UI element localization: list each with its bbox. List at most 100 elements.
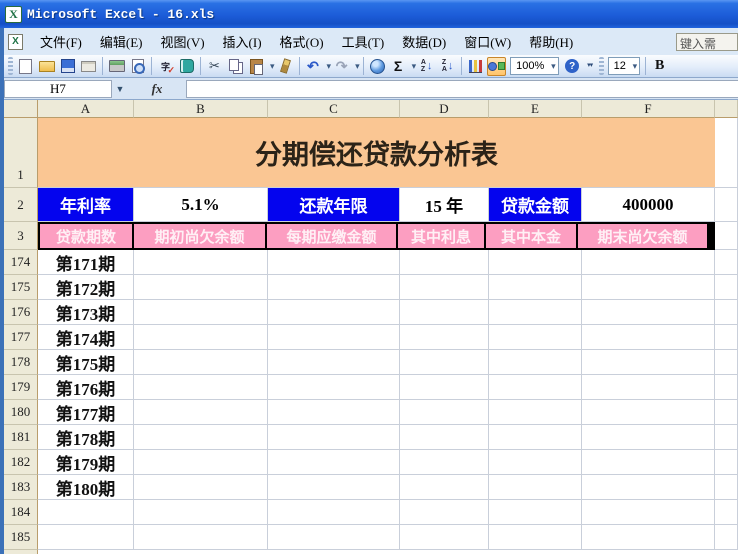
menu-tools[interactable]: 工具(T) — [333, 29, 394, 54]
period-cell[interactable]: 第174期 — [38, 325, 134, 350]
row-header[interactable]: 2 — [4, 188, 38, 222]
cell[interactable] — [489, 275, 582, 300]
cell[interactable] — [715, 475, 738, 500]
cell[interactable] — [134, 325, 268, 350]
cell[interactable] — [582, 525, 715, 550]
cell[interactable] — [715, 500, 738, 525]
cell[interactable] — [489, 300, 582, 325]
cell[interactable] — [489, 375, 582, 400]
row-header[interactable]: 177 — [4, 325, 38, 350]
row-header[interactable]: 179 — [4, 375, 38, 400]
row-header[interactable]: 175 — [4, 275, 38, 300]
save-icon[interactable] — [58, 57, 77, 76]
period-cell[interactable]: 第179期 — [38, 450, 134, 475]
undo-dropdown-arrow[interactable]: ▾ — [327, 61, 332, 72]
period-cell[interactable] — [38, 525, 134, 550]
row-header[interactable]: 3 — [4, 222, 38, 250]
column-header-f[interactable]: F — [582, 100, 715, 118]
cell[interactable] — [400, 425, 489, 450]
cell[interactable] — [134, 375, 268, 400]
cell[interactable] — [268, 350, 400, 375]
research-icon[interactable] — [177, 57, 196, 76]
cell[interactable] — [134, 475, 268, 500]
row-header[interactable]: 174 — [4, 250, 38, 275]
cell[interactable] — [582, 325, 715, 350]
cell[interactable] — [489, 500, 582, 525]
menu-format[interactable]: 格式(O) — [271, 29, 333, 54]
autosum-dropdown-arrow[interactable]: ▾ — [412, 61, 417, 72]
sort-descending-icon[interactable]: ZA ↓ — [438, 57, 457, 76]
spelling-icon[interactable] — [156, 57, 175, 76]
chart-wizard-icon[interactable] — [466, 57, 485, 76]
cell[interactable] — [715, 188, 738, 222]
menu-edit[interactable]: 编辑(E) — [91, 29, 152, 54]
cell[interactable] — [582, 275, 715, 300]
toolbar-drag-handle[interactable] — [598, 57, 604, 75]
repay-years-label-cell[interactable]: 还款年限 — [268, 188, 400, 222]
cell[interactable] — [134, 350, 268, 375]
loan-amount-label-cell[interactable]: 贷款金额 — [489, 188, 582, 222]
cell[interactable] — [715, 250, 738, 275]
header-end-balance[interactable]: 期末尚欠余额 — [578, 224, 707, 248]
name-box-dropdown-arrow[interactable]: ▼ — [112, 80, 128, 98]
row-header[interactable]: 178 — [4, 350, 38, 375]
column-header-b[interactable]: B — [134, 100, 268, 118]
header-principal[interactable]: 其中本金 — [486, 224, 576, 248]
row-header[interactable]: 184 — [4, 500, 38, 525]
annual-rate-value-cell[interactable]: 5.1% — [134, 188, 268, 222]
cell[interactable] — [715, 222, 738, 250]
header-begin-balance[interactable]: 期初尚欠余额 — [134, 224, 265, 248]
cell[interactable] — [268, 300, 400, 325]
cell[interactable] — [400, 450, 489, 475]
autosum-icon[interactable] — [389, 57, 408, 76]
cell[interactable] — [134, 450, 268, 475]
cell[interactable] — [134, 300, 268, 325]
toolbar-options-icon[interactable] — [584, 57, 596, 76]
format-painter-icon[interactable] — [276, 57, 295, 76]
cell[interactable] — [582, 500, 715, 525]
row-header[interactable]: 1 — [4, 118, 38, 188]
row-header[interactable]: 182 — [4, 450, 38, 475]
insert-function-icon[interactable]: fx — [152, 81, 163, 97]
cell[interactable] — [268, 500, 400, 525]
cell[interactable] — [134, 400, 268, 425]
cell[interactable] — [582, 475, 715, 500]
redo-dropdown-arrow[interactable]: ▾ — [355, 61, 360, 72]
annual-rate-label-cell[interactable]: 年利率 — [38, 188, 134, 222]
row-header[interactable]: 180 — [4, 400, 38, 425]
formula-input[interactable] — [186, 79, 738, 98]
redo-icon[interactable] — [332, 57, 351, 76]
cell[interactable] — [489, 525, 582, 550]
cell[interactable] — [134, 250, 268, 275]
cell[interactable] — [268, 450, 400, 475]
menu-window[interactable]: 窗口(W) — [455, 29, 520, 54]
cell[interactable] — [715, 525, 738, 550]
undo-icon[interactable] — [304, 57, 323, 76]
cell[interactable] — [400, 250, 489, 275]
cell[interactable] — [489, 350, 582, 375]
period-cell[interactable]: 第172期 — [38, 275, 134, 300]
cell[interactable] — [400, 350, 489, 375]
cell[interactable] — [134, 425, 268, 450]
header-period[interactable]: 贷款期数 — [40, 224, 132, 248]
column-header-d[interactable]: D — [400, 100, 489, 118]
cell[interactable] — [582, 400, 715, 425]
menu-file[interactable]: 文件(F) — [31, 29, 91, 54]
column-header-partial[interactable] — [715, 100, 738, 118]
cell[interactable] — [268, 525, 400, 550]
period-cell[interactable]: 第177期 — [38, 400, 134, 425]
column-header-c[interactable]: C — [268, 100, 400, 118]
repay-years-value-cell[interactable]: 15 年 — [400, 188, 489, 222]
cell[interactable] — [400, 475, 489, 500]
cell[interactable] — [715, 450, 738, 475]
sheet-title-cell[interactable]: 分期偿还贷款分析表 — [38, 118, 715, 188]
select-all-corner[interactable] — [4, 100, 38, 118]
cell[interactable] — [268, 250, 400, 275]
cell[interactable] — [582, 425, 715, 450]
cell[interactable] — [715, 400, 738, 425]
cell[interactable] — [268, 475, 400, 500]
cell[interactable] — [582, 250, 715, 275]
paste-dropdown-arrow[interactable]: ▾ — [270, 61, 275, 72]
print-preview-icon[interactable] — [128, 57, 147, 76]
toolbar-drag-handle[interactable] — [8, 57, 13, 75]
